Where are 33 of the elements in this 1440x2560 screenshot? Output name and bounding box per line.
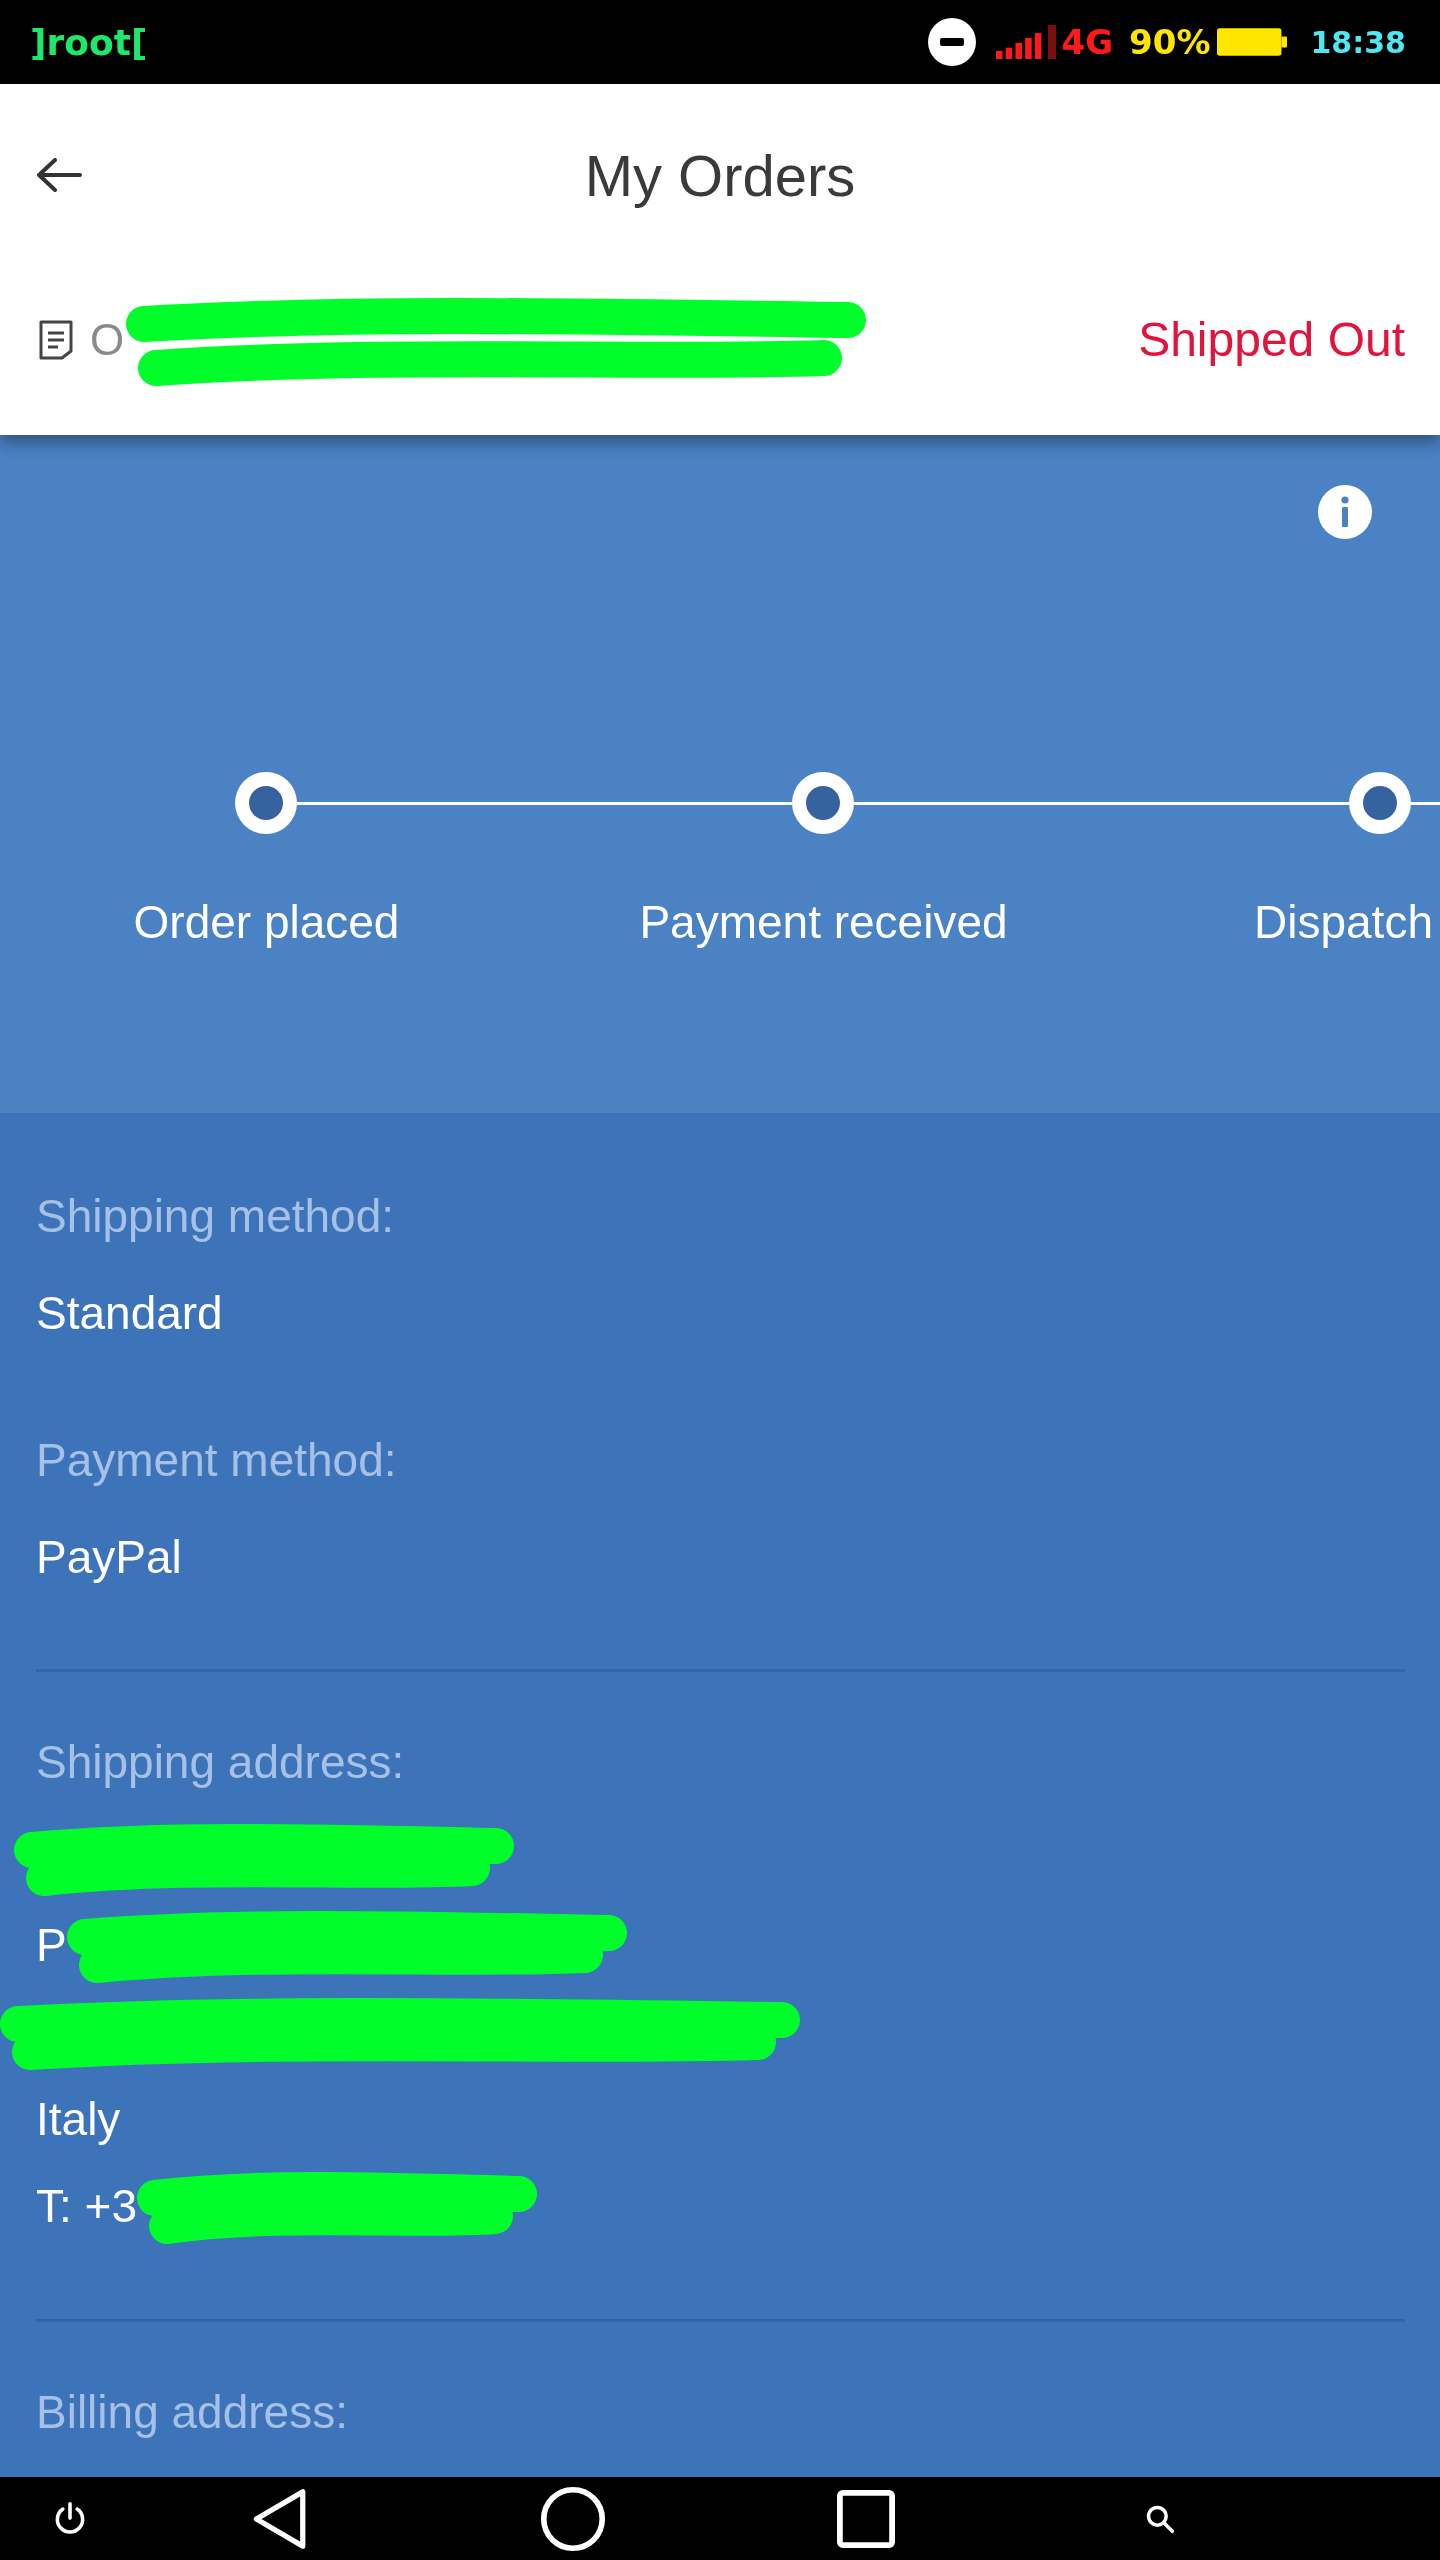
status-label: ]root[ bbox=[30, 21, 148, 63]
order-status: Shipped Out bbox=[1138, 312, 1405, 367]
field-label: Billing address: bbox=[36, 2385, 348, 2440]
timeline-connector bbox=[1411, 801, 1440, 805]
address-line: T: +3 bbox=[36, 2178, 137, 2233]
step-label: Payment received bbox=[639, 895, 1008, 950]
battery-percentage: 90% bbox=[1129, 22, 1211, 62]
document-icon bbox=[38, 318, 74, 361]
step-label: Order placed bbox=[133, 895, 400, 950]
field-value: Standard bbox=[36, 1286, 223, 1341]
back-arrow-icon[interactable] bbox=[36, 158, 82, 192]
do-not-disturb-icon bbox=[927, 18, 976, 66]
info-icon[interactable] bbox=[1318, 485, 1372, 539]
field-label: Shipping method: bbox=[36, 1189, 395, 1244]
recent-apps-icon[interactable] bbox=[837, 2489, 895, 2548]
search-icon[interactable] bbox=[1145, 2503, 1175, 2534]
field-label: Shipping address: bbox=[36, 1735, 405, 1790]
home-icon[interactable] bbox=[540, 2485, 606, 2552]
page-title: My Orders bbox=[584, 141, 856, 209]
field-label: Payment method: bbox=[36, 1433, 397, 1488]
order-number: O bbox=[90, 314, 125, 365]
clock-time: 18:38 bbox=[1310, 24, 1406, 60]
step-marker-icon bbox=[1349, 772, 1411, 834]
address-line: P bbox=[36, 1917, 67, 1972]
signal-icon bbox=[995, 24, 1056, 60]
network-type-label: 4G bbox=[1061, 22, 1114, 62]
address-line: Italy bbox=[36, 2091, 121, 2146]
step-label: Dispatch bbox=[1254, 895, 1433, 950]
field-value: PayPal bbox=[36, 1530, 182, 1585]
step-marker-icon bbox=[792, 772, 854, 834]
battery-icon bbox=[1216, 28, 1287, 56]
step-marker-icon bbox=[235, 772, 297, 834]
back-icon[interactable] bbox=[252, 2486, 308, 2551]
